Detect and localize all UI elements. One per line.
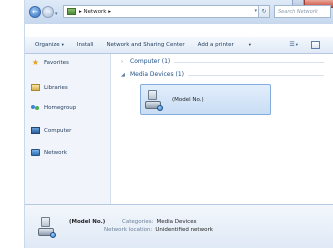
network-icon xyxy=(31,149,40,156)
organize-button[interactable]: Organize ▾ xyxy=(35,42,64,48)
network-sharing-center-button[interactable]: Network and Sharing Center xyxy=(106,42,184,48)
sidebar-item-favorites[interactable]: ★ Favorites xyxy=(31,58,69,67)
group-header-media-devices[interactable]: ◢ Media Devices (1) xyxy=(121,71,184,78)
address-dropdown-icon[interactable]: ▾ xyxy=(254,8,257,14)
group-header-computer[interactable]: › Computer (1) xyxy=(121,58,170,65)
details-device-name: (Model No.) xyxy=(69,219,106,225)
navigation-pane: ★ Favorites Libraries Homegroup Computer… xyxy=(25,54,111,204)
media-device-item[interactable]: (Model No.) xyxy=(140,84,271,115)
chevron-down-icon: ▾ xyxy=(61,43,64,48)
sidebar-item-label: Favorites xyxy=(44,59,69,66)
search-input[interactable]: Search Network xyxy=(274,5,331,18)
command-bar: Organize ▾ Install Network and Sharing Ce… xyxy=(25,37,333,54)
back-button[interactable]: ← xyxy=(29,6,41,18)
group-header-label: Computer (1) xyxy=(130,58,171,65)
library-icon xyxy=(31,84,40,91)
computer-icon xyxy=(31,127,40,134)
network-sharing-center-label: Network and Sharing Center xyxy=(106,42,185,48)
sidebar-item-label: Homegroup xyxy=(44,104,77,111)
recent-pages-dropdown[interactable]: ▾ xyxy=(55,11,58,17)
details-pane: (Model No.) Categories: Media Devices Net… xyxy=(25,204,333,248)
details-categories-row: Categories: Media Devices xyxy=(122,219,196,225)
media-device-label: (Model No.) xyxy=(172,96,204,103)
sidebar-item-label: Libraries xyxy=(44,84,68,91)
chevron-down-icon: ▾ xyxy=(295,43,298,48)
explorer-window: ← → ▾ ▸ Network ▸ ▾ ↻ Search Network Org… xyxy=(24,0,333,248)
star-icon: ★ xyxy=(31,58,40,67)
sidebar-item-label: Computer xyxy=(44,127,72,134)
views-icon: ☰ xyxy=(289,41,295,48)
refresh-button[interactable]: ↻ xyxy=(258,6,269,17)
group-header-label: Media Devices (1) xyxy=(130,71,184,78)
install-button[interactable]: Install xyxy=(77,42,94,48)
address-bar[interactable]: ▸ Network ▸ ▾ ↻ xyxy=(63,5,270,18)
sidebar-item-network[interactable]: Network xyxy=(31,149,67,156)
chevron-down-icon: ◢ xyxy=(121,71,125,78)
more-commands-button[interactable]: ▾ xyxy=(247,42,251,48)
chevron-right-icon: › xyxy=(121,58,123,65)
search-placeholder: Search Network xyxy=(278,8,318,15)
address-path[interactable]: ▸ Network ▸ xyxy=(79,9,111,15)
install-label: Install xyxy=(76,42,94,48)
preview-pane-button[interactable] xyxy=(311,41,320,49)
sidebar-item-homegroup[interactable]: Homegroup xyxy=(31,104,76,111)
file-list: › Computer (1) ◢ Media Devices (1) (Mode… xyxy=(112,54,333,204)
details-key: Categories: xyxy=(122,219,154,225)
media-device-icon xyxy=(38,217,56,238)
details-network-location-row: Network location: Unidentified network xyxy=(104,227,213,233)
forward-arrow-icon: → xyxy=(45,7,51,16)
change-view-button[interactable]: ☰▾ xyxy=(289,41,298,48)
organize-label: Organize xyxy=(35,42,60,48)
details-key: Network location: xyxy=(104,227,153,233)
homegroup-icon xyxy=(31,104,40,111)
forward-button[interactable]: → xyxy=(42,6,54,18)
add-printer-button[interactable]: Add a printer xyxy=(198,42,234,48)
group-divider xyxy=(174,62,324,63)
media-device-icon xyxy=(145,89,163,111)
sidebar-item-label: Network xyxy=(44,149,67,156)
details-value: Media Devices xyxy=(156,219,197,225)
network-icon xyxy=(67,8,76,15)
chevron-down-icon: ▾ xyxy=(248,43,252,48)
details-value: Unidentified network xyxy=(155,227,213,233)
sidebar-item-computer[interactable]: Computer xyxy=(31,127,71,134)
sidebar-item-libraries[interactable]: Libraries xyxy=(31,84,68,91)
refresh-icon: ↻ xyxy=(261,8,267,15)
title-bar: ← → ▾ ▸ Network ▸ ▾ ↻ Search Network xyxy=(25,0,333,24)
group-divider xyxy=(188,75,324,76)
back-arrow-icon: ← xyxy=(32,7,38,16)
add-printer-label: Add a printer xyxy=(197,42,234,48)
